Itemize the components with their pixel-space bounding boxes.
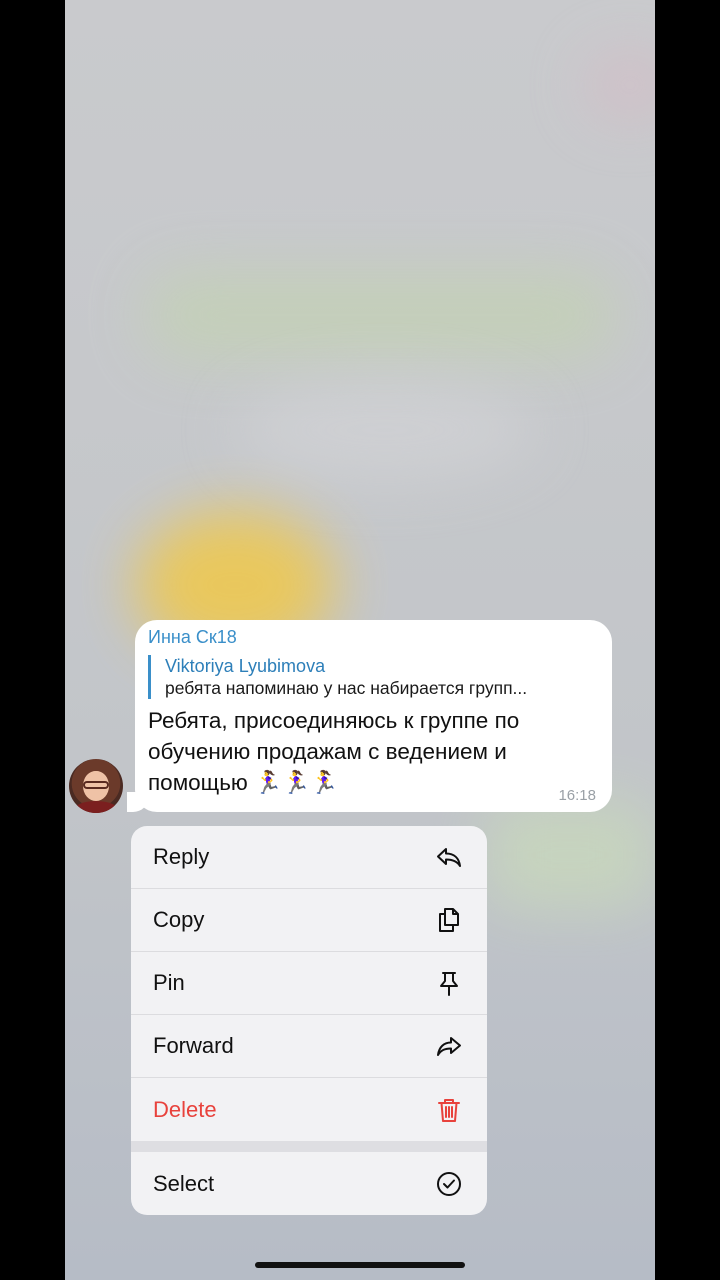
menu-item-reply[interactable]: Reply [131,826,487,889]
avatar-shirt [73,801,119,813]
blurred-background-shape [485,800,655,910]
reply-author: Viktoriya Lyubimova [165,656,326,676]
home-indicator[interactable] [255,1262,465,1268]
trash-icon [438,1098,460,1122]
menu-item-copy[interactable]: Copy [131,889,487,952]
reply-text: ребята напоминаю у нас набирается групп.… [165,678,528,698]
menu-separator [131,1141,487,1152]
message-time: 16:18 [558,787,596,804]
menu-item-pin[interactable]: Pin [131,952,487,1015]
blurred-background-shape [585,50,655,120]
menu-item-label: Reply [153,844,210,869]
menu-item-select[interactable]: Select [131,1152,487,1215]
menu-item-label: Copy [153,907,205,932]
reply-quote[interactable]: Viktoriya Lyubimova ребята напоминаю у н… [148,655,596,699]
message-text: Ребята, присоединяюсь к группе по обучен… [148,708,520,795]
menu-item-label: Select [153,1170,215,1196]
avatar-glasses [83,781,109,789]
bubble-tail [127,792,149,812]
message-bubble[interactable]: Инна Ск18 Viktoriya Lyubimova ребята нап… [127,620,612,812]
menu-item-forward[interactable]: Forward [131,1015,487,1078]
context-menu: Reply Copy Pin Forward Delete Select [131,826,487,1215]
blurred-background-shape [145,270,615,360]
blurred-background-shape [235,380,535,480]
menu-item-label: Forward [153,1033,234,1058]
sender-avatar[interactable] [69,759,123,813]
reply-icon [437,848,461,867]
sender-name[interactable]: Инна Ск18 [148,627,596,647]
copy-icon [439,908,459,932]
menu-item-delete[interactable]: Delete [131,1078,487,1141]
menu-item-label: Delete [153,1096,217,1122]
menu-item-label: Pin [153,970,185,995]
check-circle-icon [437,1171,461,1196]
forward-icon [437,1037,461,1056]
pin-icon [440,972,458,996]
